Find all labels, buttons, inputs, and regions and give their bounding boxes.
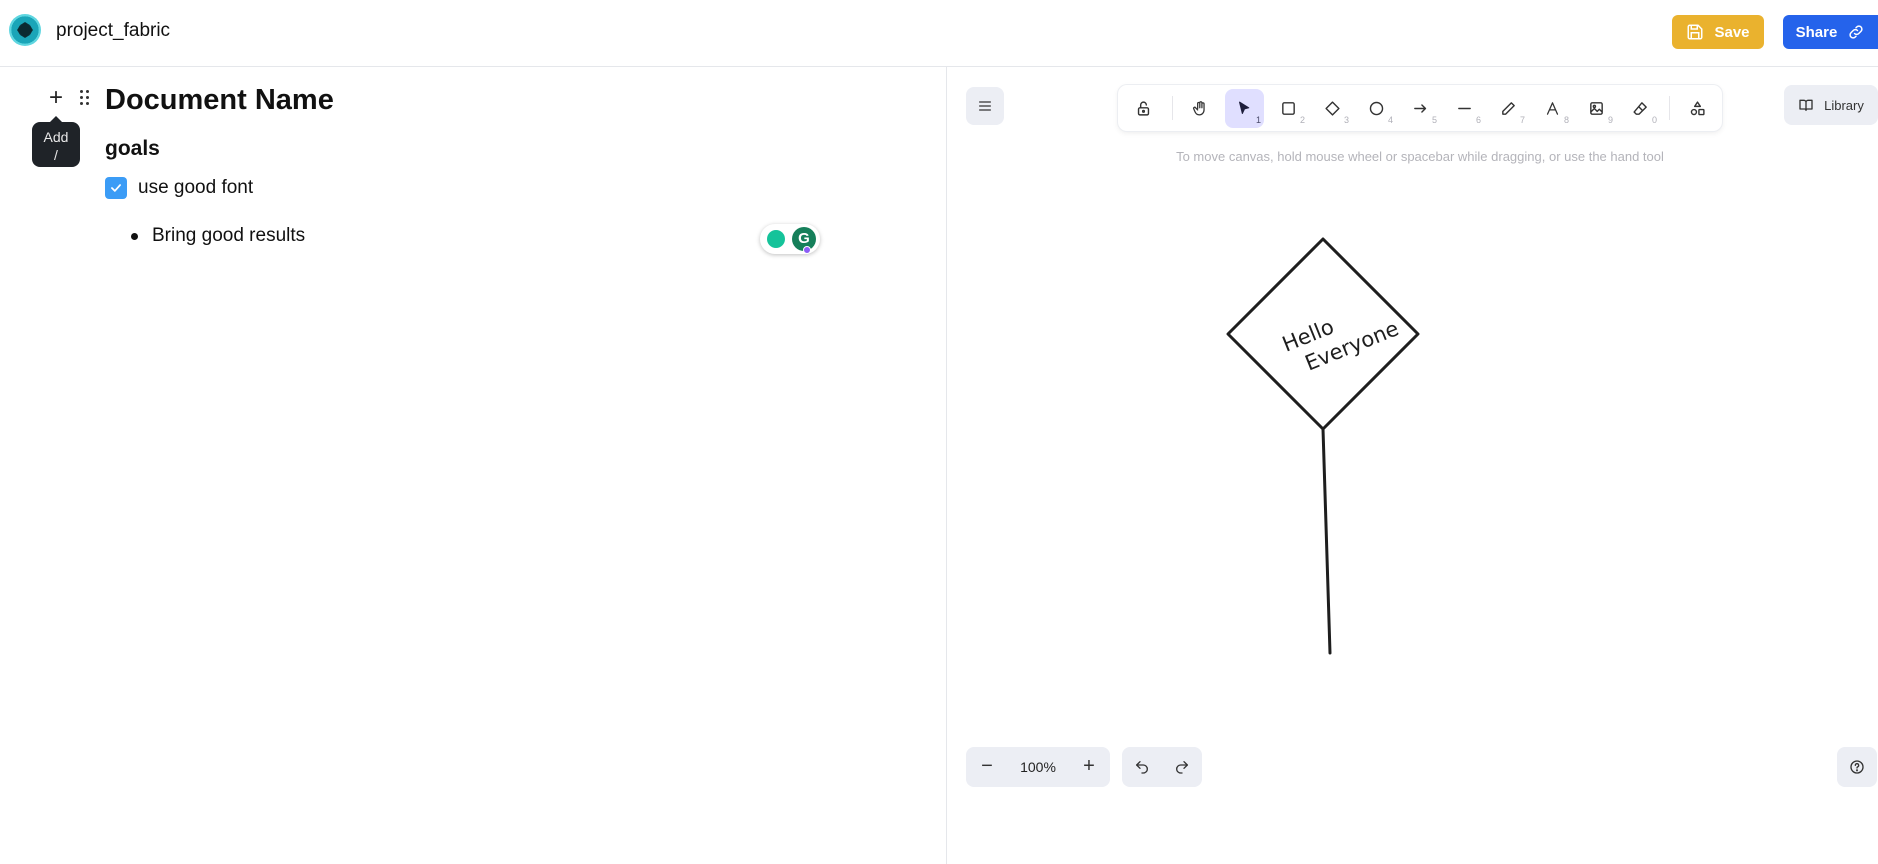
toolbar-divider [1172,96,1173,120]
arrow-tool-button[interactable]: 5 [1401,89,1440,128]
canvas-drawing[interactable]: Hello Everyone [948,67,1878,864]
pencil-icon [1502,101,1515,115]
bullet-list-item: Bring good results [131,225,305,247]
eraser-icon [1633,101,1647,115]
image-tool-button[interactable]: 9 [1577,89,1616,128]
save-label: Save [1714,23,1750,41]
undo-icon[interactable] [1134,759,1150,775]
shortcut-label: 2 [1299,114,1305,125]
shapes-icon [1690,100,1705,115]
diamond-icon [1325,100,1340,116]
history-controls [1122,747,1202,787]
zoom-out-button[interactable]: − [978,756,996,776]
shortcut-label: 6 [1475,114,1481,125]
status-dot-icon [803,246,811,254]
ellipse-tool-button[interactable]: 4 [1357,89,1396,128]
library-button[interactable]: Library [1784,85,1878,125]
floppy-disk-icon [1687,24,1703,40]
save-button[interactable]: Save [1672,15,1764,49]
draw-tool-button[interactable]: 7 [1489,89,1528,128]
add-tooltip-title: Add [43,129,69,145]
shortcut-label: 3 [1343,114,1349,125]
shortcut-label: 0 [1651,114,1657,125]
hand-tool-button[interactable] [1181,89,1220,128]
document-editor[interactable]: + Add / Document Name goals use good fon… [0,67,947,864]
check-icon [111,184,121,192]
shortcut-label: 1 [1255,114,1261,125]
share-label: Share [1795,23,1838,41]
link-icon [1849,25,1863,39]
checklist-item-label[interactable]: use good font [138,177,253,199]
line-tool-button[interactable]: 6 [1445,89,1484,128]
drag-handle-icon[interactable] [78,88,92,108]
rectangle-tool-button[interactable]: 2 [1269,89,1308,128]
add-tooltip: Add / [32,116,80,167]
shortcut-label: 5 [1431,114,1437,125]
shortcut-label: 7 [1519,114,1525,125]
shortcut-label: 4 [1387,114,1393,125]
zoom-in-button[interactable]: + [1080,756,1098,776]
book-icon [1799,99,1813,111]
lightbulb-icon[interactable] [767,230,785,248]
eraser-tool-button[interactable]: 0 [1621,89,1660,128]
document-title[interactable]: Document Name [105,84,334,117]
add-tooltip-shortcut: / [54,147,58,163]
shortcut-label: 9 [1607,114,1613,125]
line-icon [1458,107,1471,109]
selection-tool-button[interactable]: 1 [1225,88,1264,128]
canvas-hint: To move canvas, hold mouse wheel or spac… [1176,149,1664,164]
extra-tools-button[interactable] [1678,89,1717,128]
project-name: project_fabric [56,20,171,41]
cursor-icon [1239,101,1250,114]
ellipse-icon [1369,101,1384,115]
app-logo-icon[interactable] [9,14,41,46]
main-menu-button[interactable] [966,87,1004,125]
grammarly-widget[interactable]: G [760,224,820,254]
shortcut-label: 8 [1563,114,1569,125]
question-icon [1850,760,1864,774]
redo-icon[interactable] [1174,759,1190,775]
drawing-toolbar: 1 2 3 4 5 6 7 8 9 0 [1118,85,1722,131]
image-icon [1590,101,1603,115]
section-heading[interactable]: goals [105,137,160,161]
share-button[interactable]: Share [1783,15,1878,49]
bullet-dot-icon [131,232,138,240]
bullet-item-label[interactable]: Bring good results [152,225,305,247]
add-block-button[interactable]: + [45,86,67,110]
lock-icon [1137,100,1150,116]
help-button[interactable] [1837,747,1877,787]
lock-tool-button[interactable] [1124,89,1163,128]
zoom-level[interactable]: 100% [1020,759,1056,775]
diamond-tool-button[interactable]: 3 [1313,89,1352,128]
text-tool-button[interactable]: 8 [1533,89,1572,128]
vertical-line-shape [1321,427,1332,655]
hand-icon [1193,100,1205,116]
checkbox-checked[interactable] [105,177,127,199]
zoom-controls: − 100% + [966,747,1110,787]
whiteboard-canvas[interactable]: Hello Everyone 1 2 3 4 5 6 7 8 9 0 Libra… [948,67,1878,864]
toolbar-divider [1669,96,1670,120]
text-icon [1546,101,1559,115]
app-header: project_fabric Save Share [0,0,1878,67]
library-label: Library [1824,97,1864,113]
arrow-icon [1414,103,1427,113]
hamburger-icon [979,101,991,111]
checklist-item: use good font [105,177,253,199]
rectangle-icon [1282,101,1295,115]
